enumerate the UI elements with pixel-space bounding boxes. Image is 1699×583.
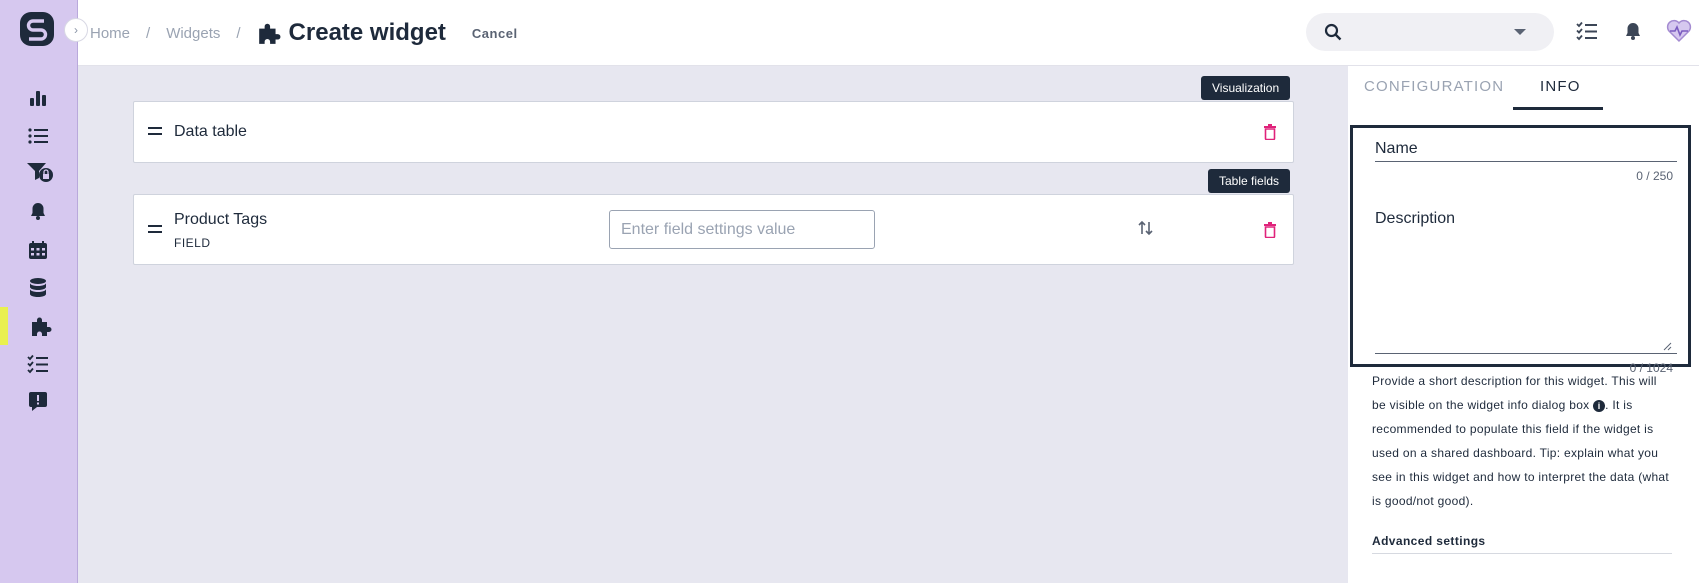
breadcrumb-home[interactable]: Home <box>90 25 130 42</box>
name-field-label[interactable]: Name <box>1375 140 1418 158</box>
health-button[interactable] <box>1666 18 1692 44</box>
puzzle-icon <box>257 21 281 45</box>
table-field-row[interactable]: Product Tags FIELD <box>133 194 1294 265</box>
nav-alerts[interactable] <box>24 197 52 225</box>
search-input[interactable] <box>1306 13 1554 51</box>
nav-tasks[interactable] <box>24 350 52 378</box>
list-icon <box>28 128 48 144</box>
description-field[interactable] <box>1375 353 1677 354</box>
description-help-text: Provide a short description for this wid… <box>1372 369 1672 513</box>
nav-calendar[interactable] <box>24 236 52 264</box>
breadcrumb-separator: / <box>146 24 151 42</box>
table-fields-section-tag: Table fields <box>1208 169 1291 193</box>
description-field-label[interactable]: Description <box>1375 210 1455 228</box>
chevron-right-icon: › <box>74 23 78 37</box>
database-icon <box>30 278 46 297</box>
visualization-name: Data table <box>174 123 247 140</box>
page-title: Create widget <box>288 19 446 46</box>
active-nav-marker <box>0 307 8 345</box>
puzzle-icon <box>32 317 52 336</box>
delete-icon[interactable] <box>1263 222 1277 238</box>
resize-handle-icon[interactable] <box>1663 342 1672 351</box>
info-form: Name 0 / 250 Description 0 / 1024 <box>1350 125 1691 375</box>
breadcrumb-widgets[interactable]: Widgets <box>166 25 220 42</box>
breadcrumb-separator: / <box>236 24 241 42</box>
bar-chart-icon <box>30 91 46 106</box>
drag-handle-icon[interactable] <box>148 127 162 139</box>
active-tab-indicator <box>1513 107 1603 110</box>
bell-icon <box>1626 23 1640 40</box>
sort-icon[interactable] <box>1138 219 1154 237</box>
nav-widgets[interactable] <box>27 312 55 340</box>
funnel-lock-icon <box>27 163 53 182</box>
checklist-icon <box>27 354 48 374</box>
field-settings-input[interactable] <box>609 210 875 249</box>
nav-data-sources[interactable] <box>24 274 52 302</box>
tasks-button[interactable] <box>1574 18 1600 44</box>
field-type: FIELD <box>174 236 211 250</box>
notifications-button[interactable] <box>1620 18 1646 44</box>
expand-sidebar-button[interactable]: › <box>64 18 88 42</box>
breadcrumb: Home / Widgets / Create widget Cancel <box>90 0 518 66</box>
nav-dashboards[interactable] <box>24 84 52 112</box>
info-icon: i <box>1593 399 1606 412</box>
checklist-icon <box>1576 21 1597 41</box>
divider <box>1372 553 1672 554</box>
calendar-icon <box>29 241 47 259</box>
drag-handle-icon[interactable] <box>148 225 162 237</box>
help-text-part: . It is recommended to populate this fie… <box>1372 398 1670 508</box>
cancel-button[interactable]: Cancel <box>472 26 518 41</box>
delete-icon[interactable] <box>1263 124 1277 140</box>
field-name: Product Tags <box>174 211 268 228</box>
tab-info[interactable]: INFO <box>1540 66 1581 107</box>
name-char-count: 0 / 250 <box>1636 169 1673 183</box>
name-field[interactable] <box>1375 161 1677 162</box>
chevron-down-icon[interactable] <box>1514 29 1526 35</box>
settings-panel: CONFIGURATION INFO Name 0 / 250 Descript… <box>1348 66 1699 583</box>
sidebar <box>0 0 78 583</box>
nav-filters[interactable] <box>26 158 54 186</box>
visualization-section-tag: Visualization <box>1201 76 1291 100</box>
advanced-settings-toggle[interactable]: Advanced settings <box>1372 534 1486 548</box>
top-bar: Home / Widgets / Create widget Cancel <box>78 0 1699 66</box>
heart-pulse-icon <box>1666 19 1692 43</box>
visualization-card[interactable]: Data table <box>133 101 1294 163</box>
bell-icon <box>31 203 45 220</box>
search-icon <box>1324 23 1342 41</box>
tab-configuration[interactable]: CONFIGURATION <box>1364 66 1504 107</box>
widget-builder-canvas: Visualization Data table Table fields Pr… <box>78 66 1348 583</box>
app-logo[interactable] <box>20 12 54 46</box>
nav-lists[interactable] <box>24 122 52 150</box>
alert-message-icon <box>29 392 47 411</box>
nav-feedback[interactable] <box>24 388 52 416</box>
